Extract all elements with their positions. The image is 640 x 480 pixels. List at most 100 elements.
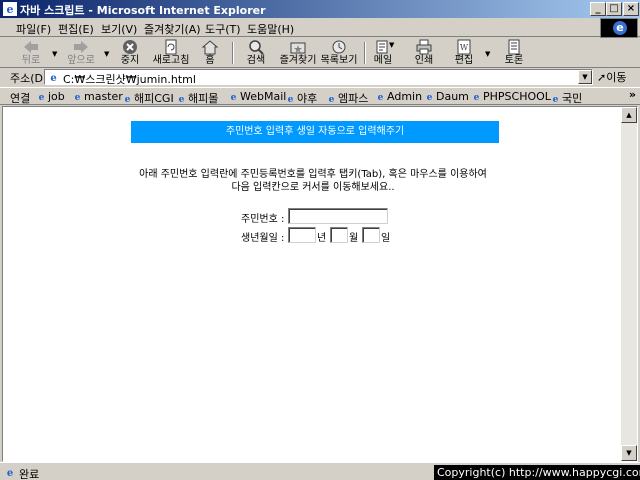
link-daum[interactable]: e Daum bbox=[424, 90, 469, 103]
link-job[interactable]: e job bbox=[36, 90, 65, 103]
scroll-down-icon[interactable]: ▼ bbox=[621, 445, 637, 461]
month-input[interactable] bbox=[330, 227, 348, 243]
svg-text:e: e bbox=[7, 468, 13, 478]
stop-label: 중지 bbox=[120, 55, 140, 66]
edit-button[interactable]: W 편집 bbox=[452, 39, 476, 67]
standard-toolbar: 뒤로 ▼ 앞으로 ▼ 중지 새로고침 홈 검색 즐겨찾기 목록보기 메일 ▼ 인… bbox=[0, 38, 640, 68]
ie-page-icon: e bbox=[179, 95, 185, 104]
scroll-up-icon[interactable]: ▲ bbox=[621, 107, 637, 123]
ie-page-icon: e bbox=[39, 93, 45, 102]
word-edit-icon: W bbox=[457, 39, 471, 55]
favorites-label: 즐겨찾기 bbox=[279, 55, 317, 66]
address-bar: 주소(D) e C:₩스크린샷₩jumin.html ▼ ➚이동 bbox=[0, 68, 640, 86]
discuss-icon bbox=[508, 39, 520, 55]
edit-label: 편집 bbox=[454, 55, 474, 66]
history-label: 목록보기 bbox=[320, 55, 358, 66]
refresh-button[interactable]: 새로고침 bbox=[150, 39, 192, 67]
menu-tools[interactable]: 도구(T) bbox=[205, 21, 241, 37]
search-icon bbox=[249, 40, 264, 55]
go-label: 이동 bbox=[606, 71, 627, 84]
back-arrow-icon bbox=[24, 41, 38, 53]
back-label: 뒤로 bbox=[21, 55, 41, 66]
link-master[interactable]: e master bbox=[72, 90, 123, 103]
search-button[interactable]: 검색 bbox=[242, 39, 270, 67]
forward-button[interactable]: 앞으로 bbox=[62, 39, 100, 67]
menu-file[interactable]: 파일(F) bbox=[16, 21, 51, 37]
year-input[interactable] bbox=[288, 227, 316, 243]
ie-page-icon: e bbox=[329, 95, 335, 104]
refresh-label: 새로고침 bbox=[152, 55, 190, 66]
svg-text:e: e bbox=[39, 93, 45, 102]
birth-label: 생년월일 : bbox=[241, 233, 285, 244]
address-dropdown-icon[interactable]: ▼ bbox=[578, 70, 592, 84]
forward-label: 앞으로 bbox=[67, 55, 95, 66]
minimize-button[interactable]: _ bbox=[590, 2, 606, 16]
favorites-button[interactable]: 즐겨찾기 bbox=[276, 39, 320, 67]
stop-button[interactable]: 중지 bbox=[116, 39, 144, 67]
links-bar: 연결 e job e master e 해피CGI e 해피몰 e WebMail e 야후… bbox=[0, 87, 640, 105]
print-button[interactable]: 인쇄 bbox=[412, 39, 436, 67]
vertical-scrollbar[interactable]: ▲ ▼ bbox=[621, 107, 637, 461]
link-webmail[interactable]: e WebMail bbox=[228, 90, 287, 103]
title-bar: e 자바 스크립트 - Microsoft Internet Explorer … bbox=[0, 0, 640, 18]
back-button[interactable]: 뒤로 bbox=[14, 39, 48, 67]
refresh-icon bbox=[165, 39, 177, 55]
forward-arrow-icon bbox=[74, 41, 88, 53]
link-phpschool[interactable]: e PHPSCHOOL bbox=[471, 90, 551, 103]
menu-edit[interactable]: 편집(E) bbox=[58, 21, 94, 37]
maximize-button[interactable]: □ bbox=[606, 2, 622, 16]
page-banner: 주민번호 입력후 생일 자동으로 입력해주기 bbox=[131, 121, 499, 143]
svg-text:e: e bbox=[553, 95, 559, 104]
mail-dropdown-icon[interactable]: ▼ bbox=[389, 41, 394, 49]
instruction-line-2: 다음 입력칸으로 커서를 이동해보세요.. bbox=[231, 182, 395, 193]
day-input[interactable] bbox=[362, 227, 380, 243]
link-empas[interactable]: e 엠파스 bbox=[326, 90, 369, 106]
address-label: 주소(D) bbox=[10, 72, 48, 85]
link-happycgi[interactable]: e 해피CGI bbox=[122, 90, 174, 106]
ie-page-icon: e bbox=[231, 93, 237, 102]
link-yahoo[interactable]: e 야후 bbox=[285, 90, 318, 106]
ie-icon: e bbox=[3, 2, 17, 16]
go-button[interactable]: ➚이동 bbox=[597, 69, 626, 85]
edit-dropdown-icon[interactable]: ▼ bbox=[485, 50, 490, 58]
forward-dropdown-icon[interactable]: ▼ bbox=[104, 50, 109, 58]
history-button[interactable]: 목록보기 bbox=[318, 39, 360, 67]
menu-view[interactable]: 보기(V) bbox=[101, 21, 137, 37]
svg-text:e: e bbox=[50, 73, 56, 83]
ie-page-icon: e bbox=[427, 93, 433, 102]
month-unit: 월 bbox=[349, 233, 359, 244]
status-text: 완료 bbox=[19, 468, 40, 480]
home-icon bbox=[201, 40, 219, 55]
window-title: 자바 스크립트 - Microsoft Internet Explorer bbox=[20, 4, 266, 17]
home-button[interactable]: 홈 bbox=[198, 39, 222, 67]
svg-text:e: e bbox=[7, 3, 14, 16]
throbber: e bbox=[600, 18, 638, 38]
jumin-input[interactable] bbox=[288, 208, 388, 224]
history-icon bbox=[332, 40, 346, 54]
close-button[interactable]: × bbox=[623, 2, 639, 16]
links-more-icon[interactable]: » bbox=[629, 88, 636, 101]
day-unit: 일 bbox=[381, 233, 391, 244]
search-label: 검색 bbox=[246, 55, 266, 66]
print-label: 인쇄 bbox=[414, 55, 434, 66]
link-admin[interactable]: e Admin bbox=[375, 90, 422, 103]
address-input[interactable]: e C:₩스크린샷₩jumin.html ▼ bbox=[44, 69, 593, 86]
svg-text:e: e bbox=[378, 93, 384, 102]
year-unit: 년 bbox=[317, 233, 327, 244]
link-kookmin[interactable]: e 국민 bbox=[550, 90, 583, 106]
copyright-watermark: Copyright(c) http://www.happycgi.com bbox=[434, 465, 640, 480]
link-happymall[interactable]: e 해피몰 bbox=[176, 90, 219, 106]
ie-page-icon: e bbox=[378, 93, 384, 102]
printer-icon bbox=[416, 39, 432, 55]
menu-bar: 파일(F) 편집(E) 보기(V) 즐겨찾기(A) 도구(T) 도움말(H) bbox=[0, 18, 640, 37]
page-done-icon: e bbox=[7, 468, 13, 478]
svg-text:e: e bbox=[125, 95, 131, 104]
menu-favorites[interactable]: 즐겨찾기(A) bbox=[144, 21, 201, 37]
discuss-button[interactable]: 토론 bbox=[502, 39, 526, 67]
svg-text:W: W bbox=[460, 43, 469, 52]
svg-text:e: e bbox=[288, 95, 294, 104]
links-label: 연결 bbox=[10, 92, 31, 105]
instruction-text: 아래 주민번호 입력란에 주민등록번호를 입력후 탭키(Tab), 혹은 마우스… bbox=[103, 168, 523, 194]
menu-help[interactable]: 도움말(H) bbox=[247, 21, 294, 37]
back-dropdown-icon[interactable]: ▼ bbox=[52, 50, 57, 58]
